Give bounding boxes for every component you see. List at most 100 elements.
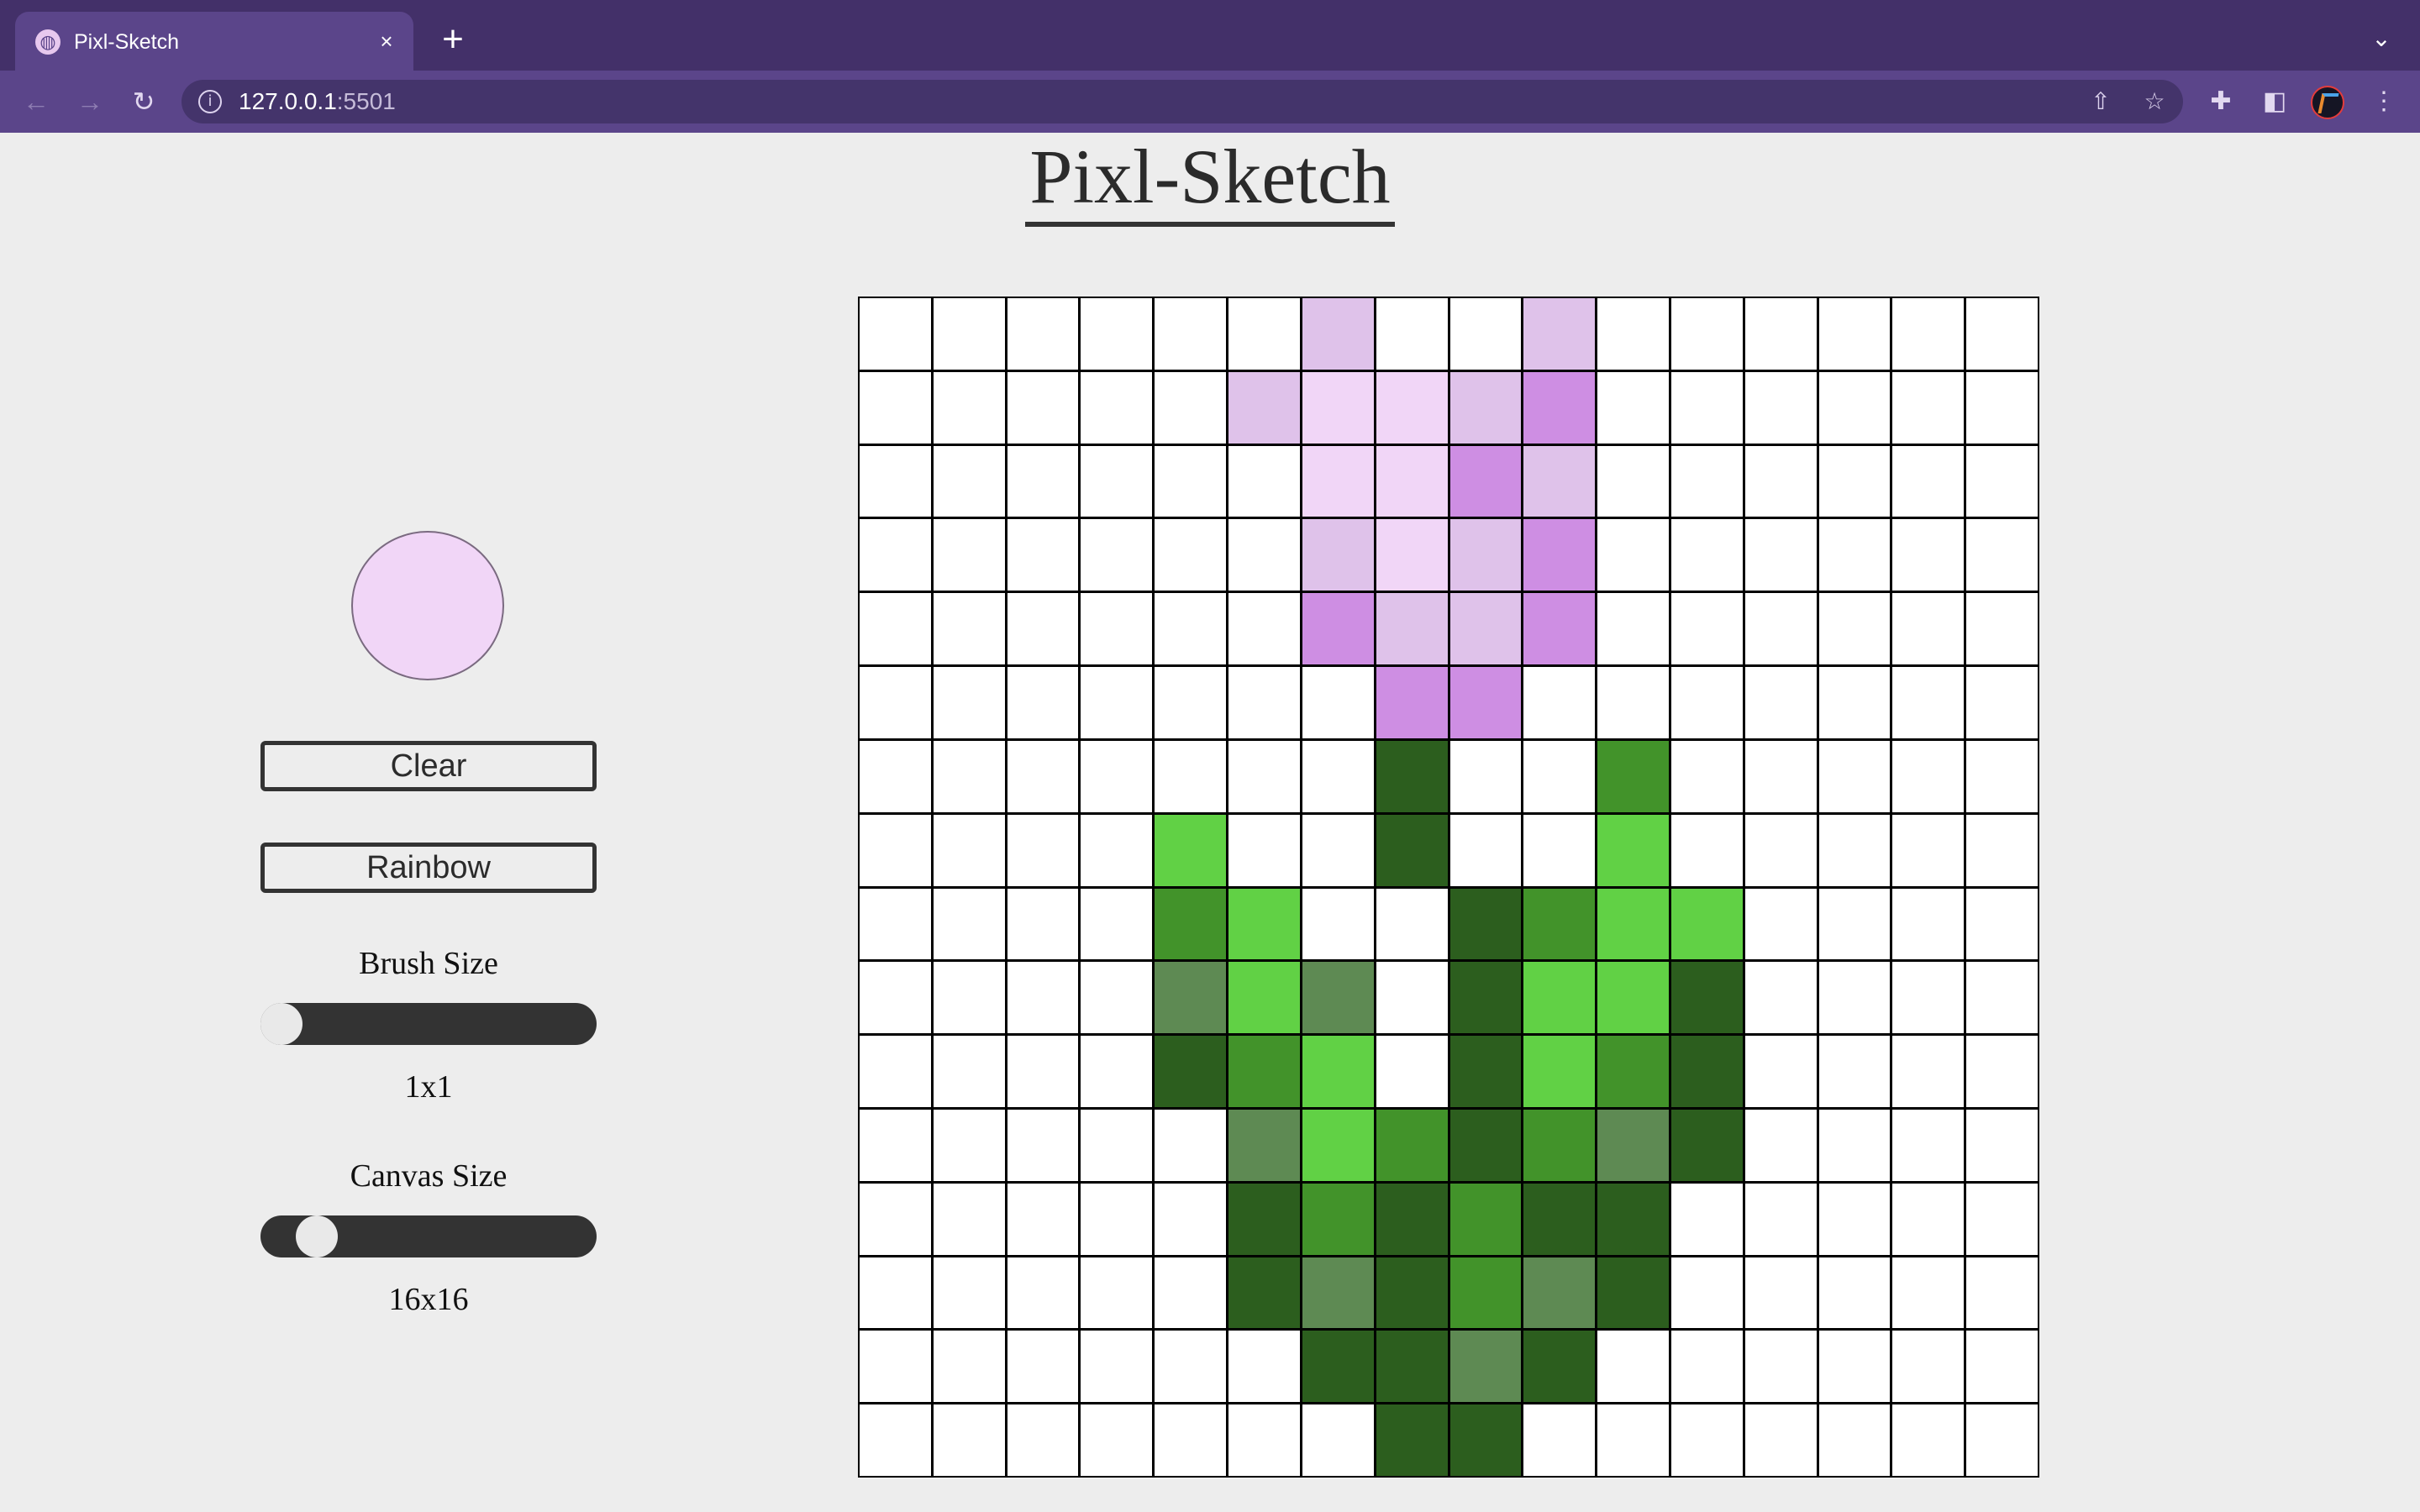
grid-cell[interactable] bbox=[1670, 1109, 1743, 1181]
grid-cell[interactable] bbox=[1376, 1331, 1448, 1403]
grid-cell[interactable] bbox=[1007, 519, 1079, 591]
grid-cell[interactable] bbox=[1892, 298, 1965, 370]
grid-cell[interactable] bbox=[933, 667, 1005, 738]
grid-cell[interactable] bbox=[1376, 445, 1448, 517]
grid-cell[interactable] bbox=[1007, 962, 1079, 1034]
grid-cell[interactable] bbox=[1081, 888, 1153, 960]
grid-cell[interactable] bbox=[1007, 1404, 1079, 1476]
grid-cell[interactable] bbox=[1007, 445, 1079, 517]
grid-cell[interactable] bbox=[1228, 1036, 1300, 1107]
grid-cell[interactable] bbox=[1376, 814, 1448, 886]
grid-cell[interactable] bbox=[1966, 445, 2038, 517]
grid-cell[interactable] bbox=[1449, 593, 1522, 665]
grid-cell[interactable] bbox=[1744, 1109, 1817, 1181]
grid-cell[interactable] bbox=[1228, 1404, 1300, 1476]
grid-cell[interactable] bbox=[1892, 814, 1965, 886]
grid-cell[interactable] bbox=[1081, 298, 1153, 370]
grid-cell[interactable] bbox=[860, 298, 931, 370]
grid-cell[interactable] bbox=[1670, 740, 1743, 812]
grid-cell[interactable] bbox=[1228, 1331, 1300, 1403]
grid-cell[interactable] bbox=[1670, 593, 1743, 665]
grid-cell[interactable] bbox=[1523, 371, 1596, 444]
grid-cell[interactable] bbox=[1449, 1404, 1522, 1476]
canvas-size-slider-thumb[interactable] bbox=[296, 1215, 338, 1257]
grid-cell[interactable] bbox=[1155, 1257, 1227, 1329]
grid-cell[interactable] bbox=[1302, 740, 1374, 812]
grid-cell[interactable] bbox=[1081, 1036, 1153, 1107]
grid-cell[interactable] bbox=[1523, 298, 1596, 370]
grid-cell[interactable] bbox=[933, 1183, 1005, 1255]
grid-cell[interactable] bbox=[1818, 1257, 1891, 1329]
grid-cell[interactable] bbox=[860, 1404, 931, 1476]
grid-cell[interactable] bbox=[1597, 371, 1669, 444]
grid-cell[interactable] bbox=[1966, 888, 2038, 960]
grid-cell[interactable] bbox=[933, 1257, 1005, 1329]
info-icon[interactable]: i bbox=[198, 90, 222, 113]
grid-cell[interactable] bbox=[1228, 298, 1300, 370]
grid-cell[interactable] bbox=[1376, 1109, 1448, 1181]
grid-cell[interactable] bbox=[933, 298, 1005, 370]
grid-cell[interactable] bbox=[1892, 371, 1965, 444]
grid-cell[interactable] bbox=[1449, 962, 1522, 1034]
grid-cell[interactable] bbox=[1449, 519, 1522, 591]
grid-cell[interactable] bbox=[1744, 593, 1817, 665]
grid-cell[interactable] bbox=[1744, 1257, 1817, 1329]
grid-cell[interactable] bbox=[1155, 667, 1227, 738]
grid-cell[interactable] bbox=[1892, 1109, 1965, 1181]
grid-cell[interactable] bbox=[860, 445, 931, 517]
grid-cell[interactable] bbox=[1228, 667, 1300, 738]
grid-cell[interactable] bbox=[1523, 888, 1596, 960]
grid-cell[interactable] bbox=[1449, 298, 1522, 370]
grid-cell[interactable] bbox=[1523, 962, 1596, 1034]
grid-cell[interactable] bbox=[860, 371, 931, 444]
grid-cell[interactable] bbox=[1228, 1257, 1300, 1329]
grid-cell[interactable] bbox=[1155, 298, 1227, 370]
grid-cell[interactable] bbox=[1744, 814, 1817, 886]
grid-cell[interactable] bbox=[933, 1404, 1005, 1476]
grid-cell[interactable] bbox=[1966, 593, 2038, 665]
grid-cell[interactable] bbox=[1228, 962, 1300, 1034]
grid-cell[interactable] bbox=[860, 814, 931, 886]
grid-cell[interactable] bbox=[1302, 1036, 1374, 1107]
grid-cell[interactable] bbox=[1523, 1404, 1596, 1476]
grid-cell[interactable] bbox=[1744, 519, 1817, 591]
grid-cell[interactable] bbox=[933, 1036, 1005, 1107]
grid-cell[interactable] bbox=[1376, 1257, 1448, 1329]
grid-cell[interactable] bbox=[1818, 962, 1891, 1034]
grid-cell[interactable] bbox=[1670, 1257, 1743, 1329]
grid-cell[interactable] bbox=[1523, 1036, 1596, 1107]
grid-cell[interactable] bbox=[1007, 1183, 1079, 1255]
grid-cell[interactable] bbox=[1302, 519, 1374, 591]
grid-cell[interactable] bbox=[1376, 298, 1448, 370]
grid-cell[interactable] bbox=[1966, 1183, 2038, 1255]
grid-cell[interactable] bbox=[860, 1331, 931, 1403]
grid-cell[interactable] bbox=[1376, 371, 1448, 444]
new-tab-button[interactable]: + bbox=[434, 20, 472, 59]
grid-cell[interactable] bbox=[1744, 298, 1817, 370]
grid-cell[interactable] bbox=[1892, 1036, 1965, 1107]
grid-cell[interactable] bbox=[1597, 1109, 1669, 1181]
grid-cell[interactable] bbox=[1744, 962, 1817, 1034]
grid-cell[interactable] bbox=[860, 667, 931, 738]
grid-cell[interactable] bbox=[1007, 1109, 1079, 1181]
grid-cell[interactable] bbox=[1523, 445, 1596, 517]
grid-cell[interactable] bbox=[1302, 593, 1374, 665]
grid-cell[interactable] bbox=[1081, 962, 1153, 1034]
grid-cell[interactable] bbox=[860, 593, 931, 665]
grid-cell[interactable] bbox=[1007, 814, 1079, 886]
grid-cell[interactable] bbox=[1892, 519, 1965, 591]
grid-cell[interactable] bbox=[1155, 371, 1227, 444]
grid-cell[interactable] bbox=[1818, 298, 1891, 370]
grid-cell[interactable] bbox=[1670, 1036, 1743, 1107]
grid-cell[interactable] bbox=[1670, 814, 1743, 886]
grid-cell[interactable] bbox=[1892, 962, 1965, 1034]
grid-cell[interactable] bbox=[1523, 593, 1596, 665]
grid-cell[interactable] bbox=[860, 1109, 931, 1181]
grid-cell[interactable] bbox=[1597, 888, 1669, 960]
grid-cell[interactable] bbox=[1081, 740, 1153, 812]
grid-cell[interactable] bbox=[1670, 962, 1743, 1034]
grid-cell[interactable] bbox=[1376, 888, 1448, 960]
grid-cell[interactable] bbox=[1966, 814, 2038, 886]
grid-cell[interactable] bbox=[1744, 888, 1817, 960]
grid-cell[interactable] bbox=[1523, 740, 1596, 812]
